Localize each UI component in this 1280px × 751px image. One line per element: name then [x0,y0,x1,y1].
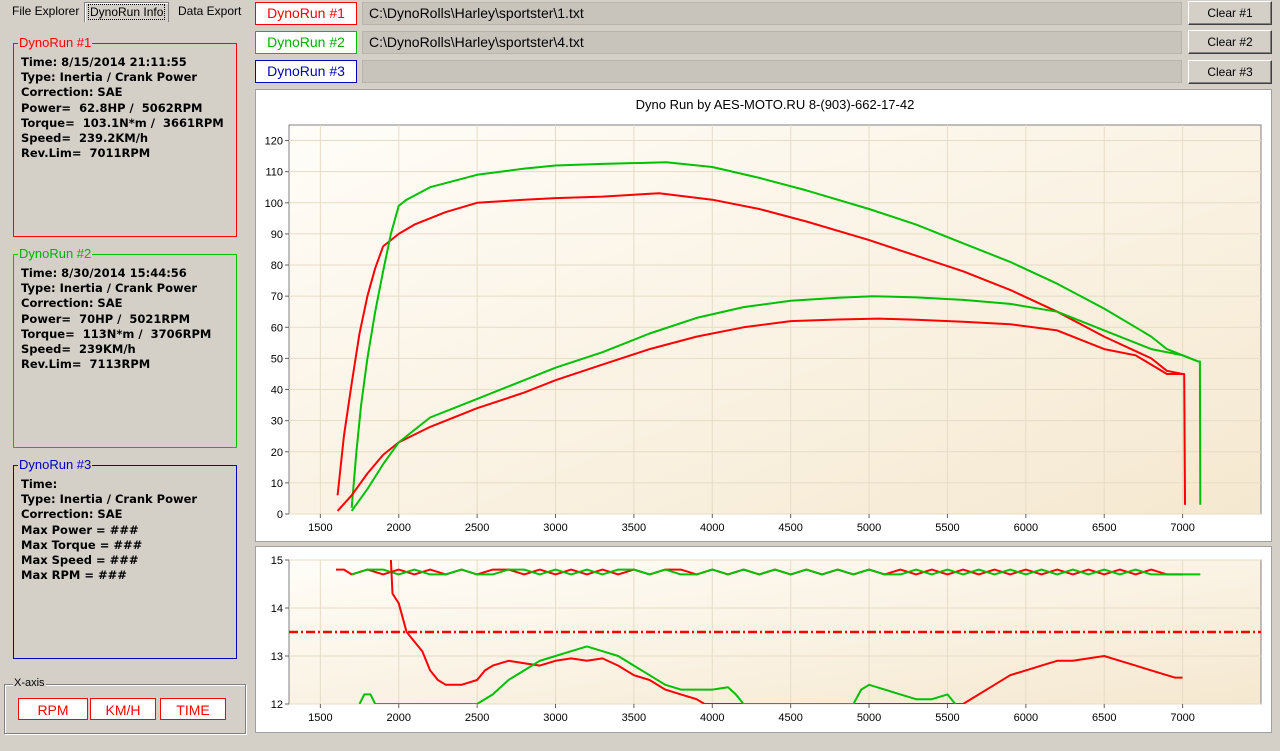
tick-label-y: 80 [271,260,283,272]
tick-label-y: 30 [271,416,283,428]
run1-power: Power= 62.8HP / 5062RPM [21,100,203,115]
xaxis-group-title: X-axis [13,677,46,689]
tick-label-x: 3000 [543,522,567,534]
tick-label-x: 4500 [778,712,802,724]
tick-label-y: 120 [265,136,283,148]
run1-label[interactable]: DynoRun #1 [255,2,357,25]
tick-label-y: 110 [265,167,283,179]
afr-chart[interactable]: 12 13 14 15 1500 2000 2500 3000 3500 4000 4500 5000… [256,547,1271,732]
tick-label-y: 12 [271,699,283,711]
tick-label-y: 13 [271,651,283,663]
tick-label-y: 20 [271,447,283,459]
tick-label-x: 6000 [1014,522,1038,534]
run2-type: Type: Inertia / Crank Power [21,281,198,296]
tick-label-x: 2500 [465,712,489,724]
tick-label-y: 40 [271,385,283,397]
tick-label-x: 3500 [622,712,646,724]
tab-dynorun-info[interactable]: DynoRun Info [84,2,170,22]
tick-label-x: 7000 [1170,522,1194,534]
run1-type: Type: Inertia / Crank Power [21,70,198,85]
tick-label-y: 14 [271,603,283,615]
run1-revlim: Rev.Lim= 7011RPM [21,146,151,161]
run1-group-title: DynoRun #1 [18,35,93,50]
run3-group-title: DynoRun #3 [18,457,93,472]
clear-run3-button[interactable]: Clear #3 [1188,60,1272,84]
tick-label-x: 2000 [386,712,410,724]
run2-info-lines: Time: 8/30/2014 15:44:56 Type: Inertia /… [21,266,211,372]
run1-info-group: DynoRun #1 Time: 8/15/2014 21:11:55 Type… [13,35,237,237]
dyno-power-torque-chart[interactable]: Dyno Run by AES-MOTO.RU 8-(903)-662-17-4… [256,90,1271,541]
xaxis-rpm-button[interactable]: RPM [18,698,88,720]
run1-torque: Torque= 103.1N*m / 3661RPM [21,115,224,130]
tab-data-export[interactable]: Data Export [174,2,245,21]
tick-label-x: 5500 [935,522,959,534]
tick-label-y: 100 [265,198,283,210]
run2-label[interactable]: DynoRun #2 [255,31,357,54]
run3-type: Type: Inertia / Crank Power [21,492,198,507]
run2-power: Power= 70HP / 5021RPM [21,311,191,326]
run1-path-field[interactable]: C:\DynoRolls\Harley\sportster\1.txt [362,2,1182,25]
tick-label-x: 1500 [308,522,332,534]
tick-label-y: 50 [271,353,283,365]
run2-time: Time: 8/30/2014 15:44:56 [21,266,187,280]
tick-label-y: 60 [271,322,283,334]
tab-label: File Explorer [12,4,80,18]
run2-group-title: DynoRun #2 [18,246,93,261]
tab-file-explorer[interactable]: File Explorer [8,2,83,21]
run2-path-field[interactable]: C:\DynoRolls\Harley\sportster\4.txt [362,31,1182,54]
run2-info-group: DynoRun #2 Time: 8/30/2014 15:44:56 Type… [13,246,237,448]
dyno-chart-panel: Dyno Run by AES-MOTO.RU 8-(903)-662-17-4… [255,89,1272,542]
run1-time: Time: 8/15/2014 21:11:55 [21,55,187,69]
plot-area [288,559,1262,705]
tick-label-x: 5500 [935,712,959,724]
tick-label-y: 0 [277,509,283,521]
xaxis-group: X-axis RPM KM/H TIME [4,677,246,734]
run1-correction: Correction: SAE [21,85,123,100]
tick-label-y: 70 [271,291,283,303]
run3-path-field[interactable] [362,60,1182,83]
tick-label-x: 6500 [1092,522,1116,534]
run1-speed: Speed= 239.2KM/h [21,131,149,146]
tick-label-x: 4500 [778,522,802,534]
tick-label-x: 1500 [308,712,332,724]
run3-label[interactable]: DynoRun #3 [255,60,357,83]
tick-label-y: 90 [271,229,283,241]
clear-run2-button[interactable]: Clear #2 [1188,30,1272,54]
tick-label-x: 3000 [543,712,567,724]
run3-info-group: DynoRun #3 Time: Type: Inertia / Crank P… [13,457,237,659]
tick-label-x: 6000 [1014,712,1038,724]
run3-info-lines: Time: Type: Inertia / Crank Power Correc… [21,477,197,583]
tab-label: Data Export [178,4,242,18]
tick-label-x: 2000 [386,522,410,534]
afr-chart-panel: 12 13 14 15 1500 2000 2500 3000 3500 4000 4500 5000… [255,546,1272,733]
tick-label-x: 5000 [857,522,881,534]
tick-label-y: 15 [271,555,283,567]
clear-run1-button[interactable]: Clear #1 [1188,1,1272,25]
run3-correction: Correction: SAE [21,507,123,522]
xaxis-time-button[interactable]: TIME [160,698,226,720]
run2-correction: Correction: SAE [21,296,123,311]
run2-revlim: Rev.Lim= 7113RPM [21,357,151,372]
run1-info-lines: Time: 8/15/2014 21:11:55 Type: Inertia /… [21,55,224,161]
tick-label-x: 4000 [700,712,724,724]
run3-max-power: Max Power = ### [21,522,139,537]
tab-label: DynoRun Info [87,4,166,20]
tick-label-x: 2500 [465,522,489,534]
run2-torque: Torque= 113N*m / 3706RPM [21,326,212,341]
tick-label-y: 10 [271,478,283,490]
run3-max-torque: Max Torque = ### [21,537,143,552]
xaxis-kmh-button[interactable]: KM/H [90,698,156,720]
tick-label-x: 7000 [1170,712,1194,724]
chart-title: Dyno Run by AES-MOTO.RU 8-(903)-662-17-4… [636,97,915,112]
run3-time: Time: [21,477,58,491]
run3-max-speed: Max Speed = ### [21,553,139,568]
tick-label-x: 3500 [622,522,646,534]
tick-label-x: 5000 [857,712,881,724]
plot-area [288,124,1262,515]
run3-max-rpm: Max RPM = ### [21,568,127,583]
run2-speed: Speed= 239KM/h [21,342,136,357]
tick-label-x: 6500 [1092,712,1116,724]
tick-label-x: 4000 [700,522,724,534]
